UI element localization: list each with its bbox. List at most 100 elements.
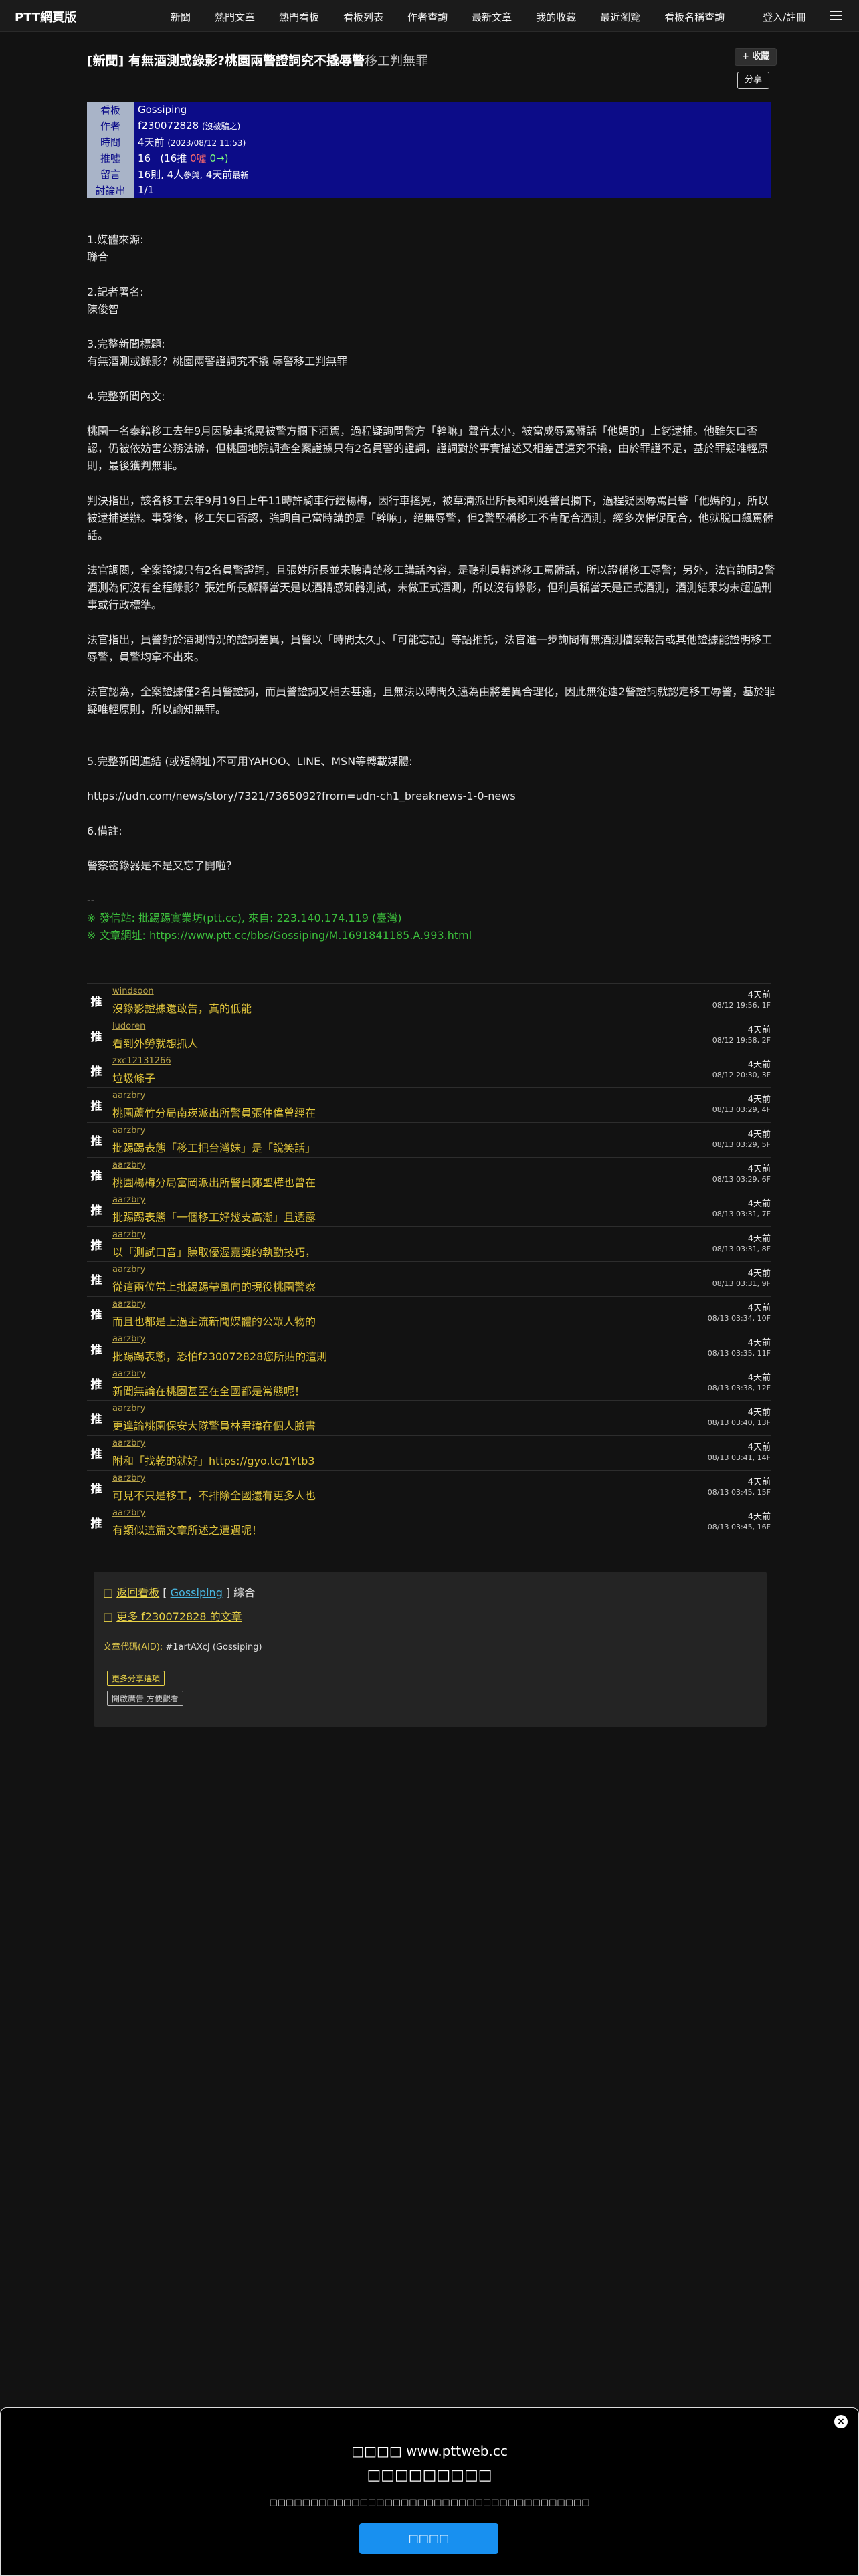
content-paragraph: 判決指出，該名移工去年9月19日上午11時許騎車行經楊梅，因行車搖晃，被草湳派出… — [87, 494, 774, 542]
push-tag: 推 — [90, 1239, 102, 1253]
push-tag: 推 — [90, 1344, 102, 1357]
content-paragraph: 法官認為，全案證據僅2名員警證詞，而員警證詞又相去甚遠，且無法以時間久遠為由將差… — [87, 685, 775, 716]
meta-key: 討論串 — [87, 182, 134, 198]
nav-author-search[interactable]: 作者查詢 — [407, 10, 448, 24]
push-row: 推 aarzbry 附和「找乾的就好」https://gyo.tc/1Ytb3 4天前… — [87, 1435, 771, 1470]
push-user-link[interactable]: aarzbry — [112, 1265, 145, 1275]
push-time-relative: 4天前 — [747, 990, 771, 1000]
more-row: □ 更多 f230072828 的文章 — [103, 1608, 242, 1624]
content-line: 聯合 — [87, 251, 109, 263]
content-line: 有無酒測或錄影？桃園兩警證詞究不撬 辱警移工判無罪 — [87, 355, 348, 368]
push-tag: 推 — [90, 996, 102, 1009]
arrow-count: 0→) — [209, 152, 229, 165]
news-link[interactable]: https://udn.com/news/story/7321/7365092?… — [87, 790, 516, 802]
push-user-link[interactable]: ludoren — [112, 1021, 145, 1031]
push-user-link[interactable]: aarzbry — [112, 1334, 145, 1344]
nav-favorites[interactable]: 我的收藏 — [536, 10, 576, 24]
site-logo[interactable]: PTT網頁版 — [15, 8, 76, 25]
author-link[interactable]: f230072828 — [138, 120, 199, 132]
push-text: 更遑論桃園保安大隊警員林君瑋在個人臉書 — [112, 1420, 316, 1432]
push-user-link[interactable]: aarzbry — [112, 1299, 145, 1309]
push-time-relative: 4天前 — [747, 1303, 771, 1313]
push-user-link[interactable]: aarzbry — [112, 1438, 145, 1448]
push-time-relative: 4天前 — [747, 1164, 771, 1174]
nav-hot-boards[interactable]: 熱門看板 — [279, 10, 319, 24]
push-user-link[interactable]: aarzbry — [112, 1230, 145, 1240]
push-time-relative: 4天前 — [747, 1234, 771, 1244]
board-link[interactable]: Gossiping — [138, 104, 187, 116]
meta-key: 推噓 — [87, 150, 134, 166]
push-text: 批踢踢表態，恐怕f230072828您所貼的這則 — [112, 1350, 328, 1363]
more-share-button[interactable]: 更多分享選項 — [107, 1671, 165, 1686]
nav-latest[interactable]: 最新文章 — [472, 10, 512, 24]
push-text: 沒錄影證據還敢告，真的低能 — [112, 1002, 252, 1015]
push-time: 08/12 20:30, 3F — [712, 1071, 771, 1079]
meta-key: 作者 — [87, 118, 134, 134]
push-time: 08/13 03:34, 10F — [707, 1314, 771, 1323]
close-icon[interactable]: × — [834, 2415, 848, 2428]
article-meta: 看板 Gossiping 作者 f230072828 (沒被騙之) 時間 4天前… — [87, 102, 771, 198]
push-tag: 推 — [90, 1204, 102, 1218]
push-user-link[interactable]: aarzbry — [112, 1473, 145, 1483]
content-line: 3.完整新聞標題: — [87, 338, 165, 350]
push-user-link[interactable]: windsoon — [112, 986, 154, 996]
push-time-relative: 4天前 — [747, 1130, 771, 1140]
push-time: 08/12 19:56, 1F — [712, 1001, 771, 1010]
meta-key: 時間 — [87, 134, 134, 150]
push-user-link[interactable]: aarzbry — [112, 1125, 145, 1136]
push-time-relative: 4天前 — [747, 1373, 771, 1383]
banner-go-button[interactable]: □□□□ — [359, 2523, 498, 2554]
signature-separator: -- — [87, 894, 95, 907]
push-time-relative: 4天前 — [747, 1199, 771, 1209]
push-row: 推 windsoon 沒錄影證據還敢告，真的低能 4天前 08/12 19:56, 1F — [87, 983, 771, 1018]
push-time-relative: 4天前 — [747, 1060, 771, 1070]
content-line: 5.完整新聞連結 (或短網址)不可用YAHOO、LINE、MSN等轉載媒體: — [87, 755, 413, 768]
push-list: 推 windsoon 沒錄影證據還敢告，真的低能 4天前 08/12 19:56, 1F… — [87, 983, 771, 1539]
push-time: 08/13 03:45, 15F — [707, 1488, 771, 1497]
push-text: 新聞無論在桃園甚至在全國都是常態呢！ — [112, 1385, 306, 1398]
push-time-relative: 4天前 — [747, 1477, 771, 1487]
push-tag: 推 — [90, 1483, 102, 1496]
login-link[interactable]: 登入/註冊 — [763, 10, 806, 24]
push-row: 推 aarzbry 批踢踢表態，恐怕f230072828您所貼的這則 4天前 08/13… — [87, 1331, 771, 1366]
favorite-button[interactable]: + 收藏 — [735, 48, 777, 66]
share-button[interactable]: 分享 — [737, 72, 770, 89]
nav-news[interactable]: 新聞 — [171, 10, 191, 24]
more-by-author-link[interactable]: 更多 f230072828 的文章 — [116, 1610, 242, 1623]
push-user-link[interactable]: aarzbry — [112, 1195, 145, 1205]
enable-ads-button[interactable]: 開啟廣告 方便觀看 — [107, 1691, 183, 1706]
nav-board-list[interactable]: 看板列表 — [343, 10, 383, 24]
push-tag: 推 — [90, 1100, 102, 1113]
comment-latest-label: 最新 — [232, 170, 249, 180]
push-row: 推 aarzbry 批踢踢表態「移工把台灣妹」是「說笑話」 4天前 08/13 03:2… — [87, 1122, 771, 1157]
push-tag: 推 — [90, 1309, 102, 1322]
push-row: 推 aarzbry 從這兩位常上批踢踢帶風向的現役桃園警察 4天前 08/13 03:3… — [87, 1261, 771, 1296]
thread-index: 1/1 — [138, 184, 155, 196]
board-link-footer[interactable]: Gossiping — [171, 1586, 223, 1599]
post-title-main: [新聞] 有無酒測或錄影?桃園兩警證詞究不撬辱警 — [87, 53, 365, 68]
push-user-link[interactable]: aarzbry — [112, 1508, 145, 1518]
push-tag: 推 — [90, 1274, 102, 1287]
aid-value: #1artAXcJ (Gossiping) — [165, 1642, 262, 1652]
signature-origin: ※ 發信站: 批踢踢實業坊(ptt.cc), 來自: 223.140.174.1… — [87, 911, 402, 924]
nav-recent[interactable]: 最近瀏覽 — [600, 10, 640, 24]
push-row: 推 aarzbry 可見不只是移工，不排除全國還有更多人也 4天前 08/13 03:4… — [87, 1470, 771, 1505]
content-line: 陳俊智 — [87, 303, 120, 316]
push-time: 08/13 03:40, 13F — [707, 1418, 771, 1427]
back-to-board-link[interactable]: 返回看板 — [116, 1586, 159, 1599]
bracket: ] — [222, 1586, 234, 1599]
push-user-link[interactable]: zxc12131266 — [112, 1056, 171, 1066]
push-user-link[interactable]: aarzbry — [112, 1160, 145, 1170]
push-user-link[interactable]: aarzbry — [112, 1091, 145, 1101]
push-detail: (16推 — [160, 152, 187, 165]
nav-board-search[interactable]: 看板名稱查詢 — [664, 10, 725, 24]
banner-description: □□□□□□□□□□□□□□□□□□□□□□□□□□□□□□□□□□□□□□□ — [269, 2498, 590, 2508]
post-time: 4天前 — [138, 136, 165, 148]
push-row: 推 aarzbry 而且也都是上過主流新聞媒體的公眾人物的 4天前 08/13 03:3… — [87, 1296, 771, 1331]
menu-icon[interactable] — [830, 11, 842, 20]
article-url-link[interactable]: ※ 文章網址: https://www.ptt.cc/bbs/Gossiping… — [87, 929, 472, 942]
push-user-link[interactable]: aarzbry — [112, 1404, 145, 1414]
push-user-link[interactable]: aarzbry — [112, 1369, 145, 1379]
push-time-relative: 4天前 — [747, 1442, 771, 1453]
nav-hot-articles[interactable]: 熱門文章 — [215, 10, 255, 24]
